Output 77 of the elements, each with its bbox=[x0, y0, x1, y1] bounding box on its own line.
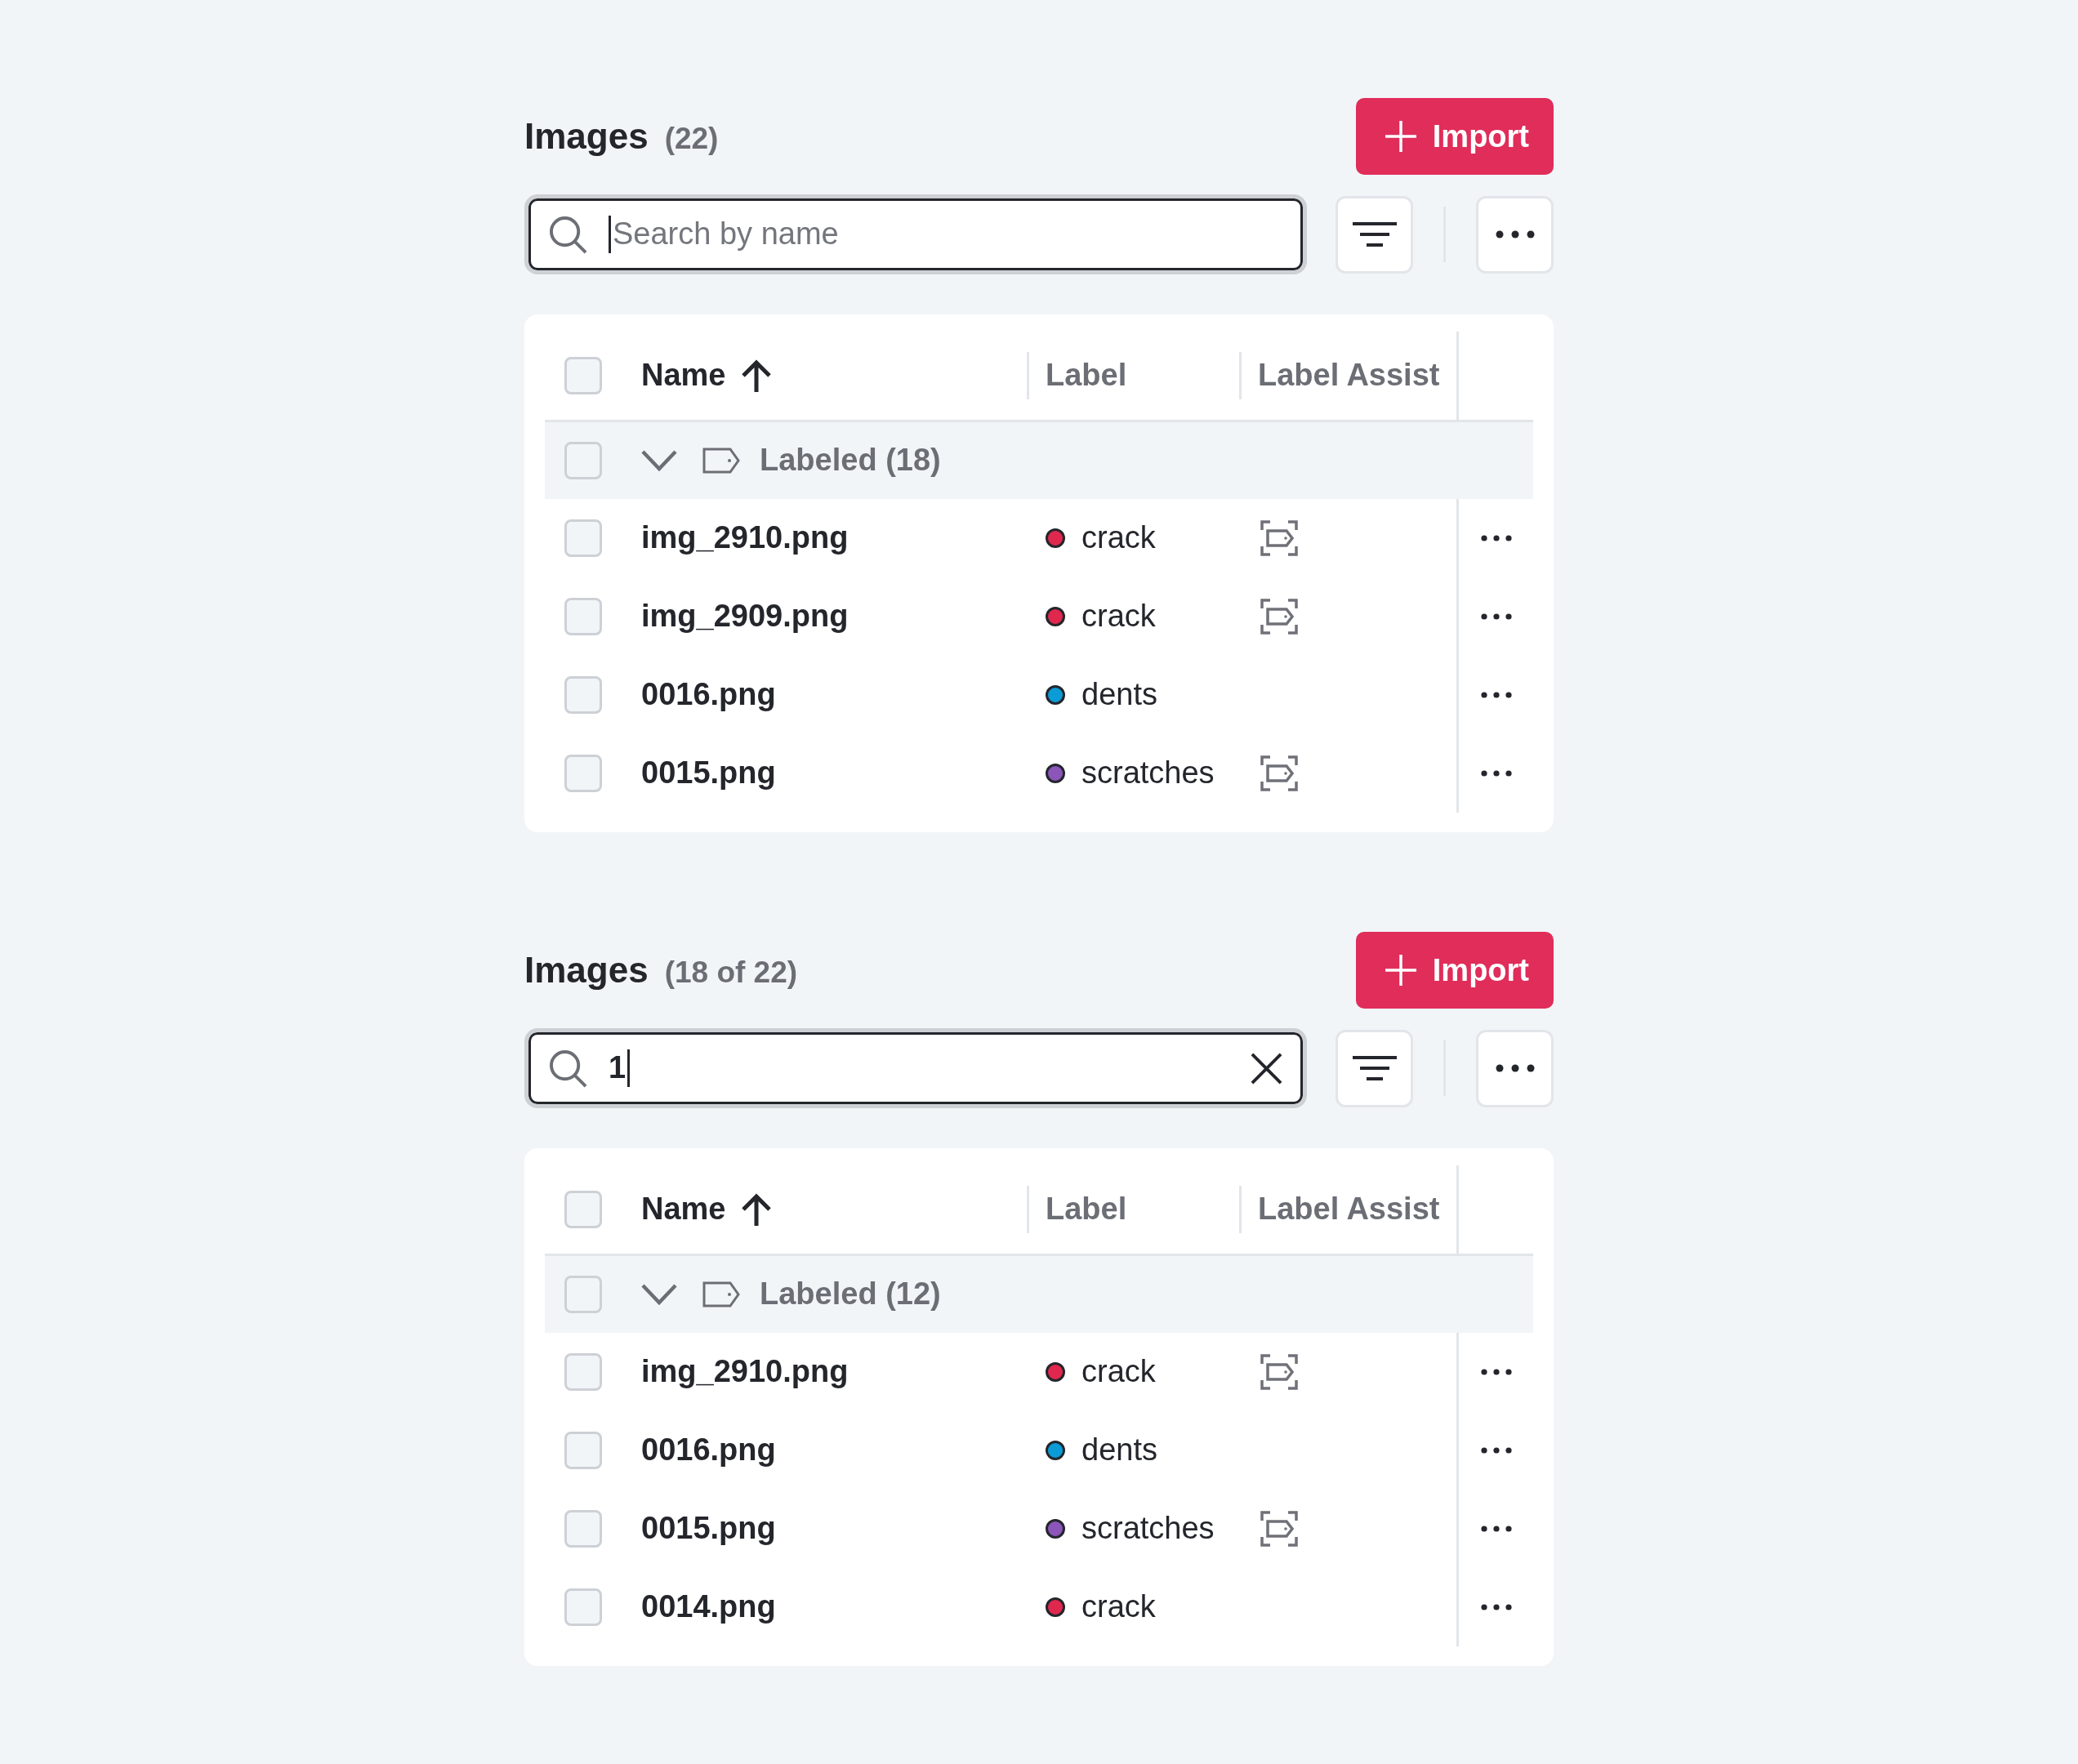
more-icon[interactable] bbox=[1480, 770, 1512, 777]
section-title: Images bbox=[524, 948, 649, 991]
checkbox[interactable] bbox=[564, 1353, 602, 1391]
chevron-down-icon[interactable] bbox=[641, 450, 677, 471]
column-header[interactable]: Name bbox=[641, 357, 772, 394]
file-name: 0016.png bbox=[641, 676, 776, 714]
label-text: scratches bbox=[1081, 755, 1215, 792]
search-input[interactable]: 1 bbox=[609, 1049, 628, 1087]
text-cursor-icon bbox=[627, 1049, 631, 1087]
group-label: Labeled (12) bbox=[760, 1276, 941, 1313]
search-input[interactable]: Search by name bbox=[613, 216, 1282, 253]
more-button[interactable] bbox=[1476, 1029, 1554, 1107]
import-button[interactable]: Import bbox=[1355, 932, 1554, 1009]
checkbox[interactable] bbox=[564, 1276, 602, 1313]
column-header[interactable]: Label bbox=[1046, 357, 1127, 394]
filter-button[interactable] bbox=[1336, 195, 1413, 274]
chevron-down-icon[interactable] bbox=[641, 1284, 677, 1305]
column-header[interactable]: Name bbox=[641, 1191, 772, 1228]
label-text: dents bbox=[1081, 676, 1157, 714]
checkbox[interactable] bbox=[564, 1510, 602, 1548]
checkbox[interactable] bbox=[564, 1432, 602, 1469]
label-text: crack bbox=[1081, 519, 1156, 557]
search-field[interactable]: 1 bbox=[524, 1028, 1307, 1108]
sort-arrow-icon bbox=[740, 1193, 772, 1226]
column-header[interactable]: Label Assist bbox=[1258, 1191, 1440, 1228]
filter-icon bbox=[1352, 222, 1397, 247]
tag-icon bbox=[702, 448, 740, 474]
close-icon[interactable] bbox=[1251, 1052, 1282, 1085]
column-header[interactable]: Label bbox=[1046, 1191, 1127, 1228]
more-icon bbox=[1495, 1064, 1535, 1072]
label-text: dents bbox=[1081, 1432, 1157, 1469]
more-icon[interactable] bbox=[1480, 1604, 1512, 1610]
search-icon bbox=[549, 215, 587, 254]
checkbox[interactable] bbox=[564, 1191, 602, 1228]
file-name: 0015.png bbox=[641, 755, 776, 792]
item-count: (18 of 22) bbox=[664, 954, 798, 991]
file-name: img_2910.png bbox=[641, 1353, 849, 1391]
label-text: crack bbox=[1081, 1353, 1156, 1391]
label-text: scratches bbox=[1081, 1510, 1215, 1548]
file-name: 0014.png bbox=[641, 1588, 776, 1626]
more-icon[interactable] bbox=[1480, 1447, 1512, 1454]
checkbox[interactable] bbox=[564, 755, 602, 792]
tag-icon bbox=[702, 1281, 740, 1307]
label-text: crack bbox=[1081, 598, 1156, 635]
filter-button[interactable] bbox=[1336, 1029, 1413, 1107]
checkbox[interactable] bbox=[564, 519, 602, 557]
more-icon[interactable] bbox=[1480, 1369, 1512, 1375]
filter-icon bbox=[1352, 1056, 1397, 1080]
more-button[interactable] bbox=[1476, 195, 1554, 274]
file-name: 0015.png bbox=[641, 1510, 776, 1548]
checkbox[interactable] bbox=[564, 676, 602, 714]
checkbox[interactable] bbox=[564, 442, 602, 479]
plus-icon bbox=[1385, 955, 1416, 986]
checkbox[interactable] bbox=[564, 1588, 602, 1626]
item-count: (22) bbox=[664, 120, 719, 157]
more-icon[interactable] bbox=[1480, 1526, 1512, 1532]
file-name: img_2910.png bbox=[641, 519, 849, 557]
group-row[interactable]: Labeled (12) bbox=[545, 1256, 1533, 1333]
file-name: 0016.png bbox=[641, 1432, 776, 1469]
checkbox[interactable] bbox=[564, 598, 602, 635]
section-title: Images bbox=[524, 114, 649, 158]
group-row[interactable]: Labeled (18) bbox=[545, 422, 1533, 499]
checkbox[interactable] bbox=[564, 357, 602, 394]
more-icon[interactable] bbox=[1480, 613, 1512, 620]
more-icon[interactable] bbox=[1480, 692, 1512, 698]
plus-icon bbox=[1385, 121, 1416, 152]
more-icon bbox=[1495, 230, 1535, 238]
column-header[interactable]: Label Assist bbox=[1258, 357, 1440, 394]
more-icon[interactable] bbox=[1480, 535, 1512, 541]
search-field[interactable]: Search by name bbox=[524, 194, 1307, 274]
file-name: img_2909.png bbox=[641, 598, 849, 635]
search-icon bbox=[549, 1049, 587, 1088]
sort-arrow-icon bbox=[740, 359, 772, 392]
group-label: Labeled (18) bbox=[760, 442, 941, 479]
text-cursor-icon bbox=[609, 216, 611, 253]
label-text: crack bbox=[1081, 1588, 1156, 1626]
import-button[interactable]: Import bbox=[1355, 98, 1554, 175]
